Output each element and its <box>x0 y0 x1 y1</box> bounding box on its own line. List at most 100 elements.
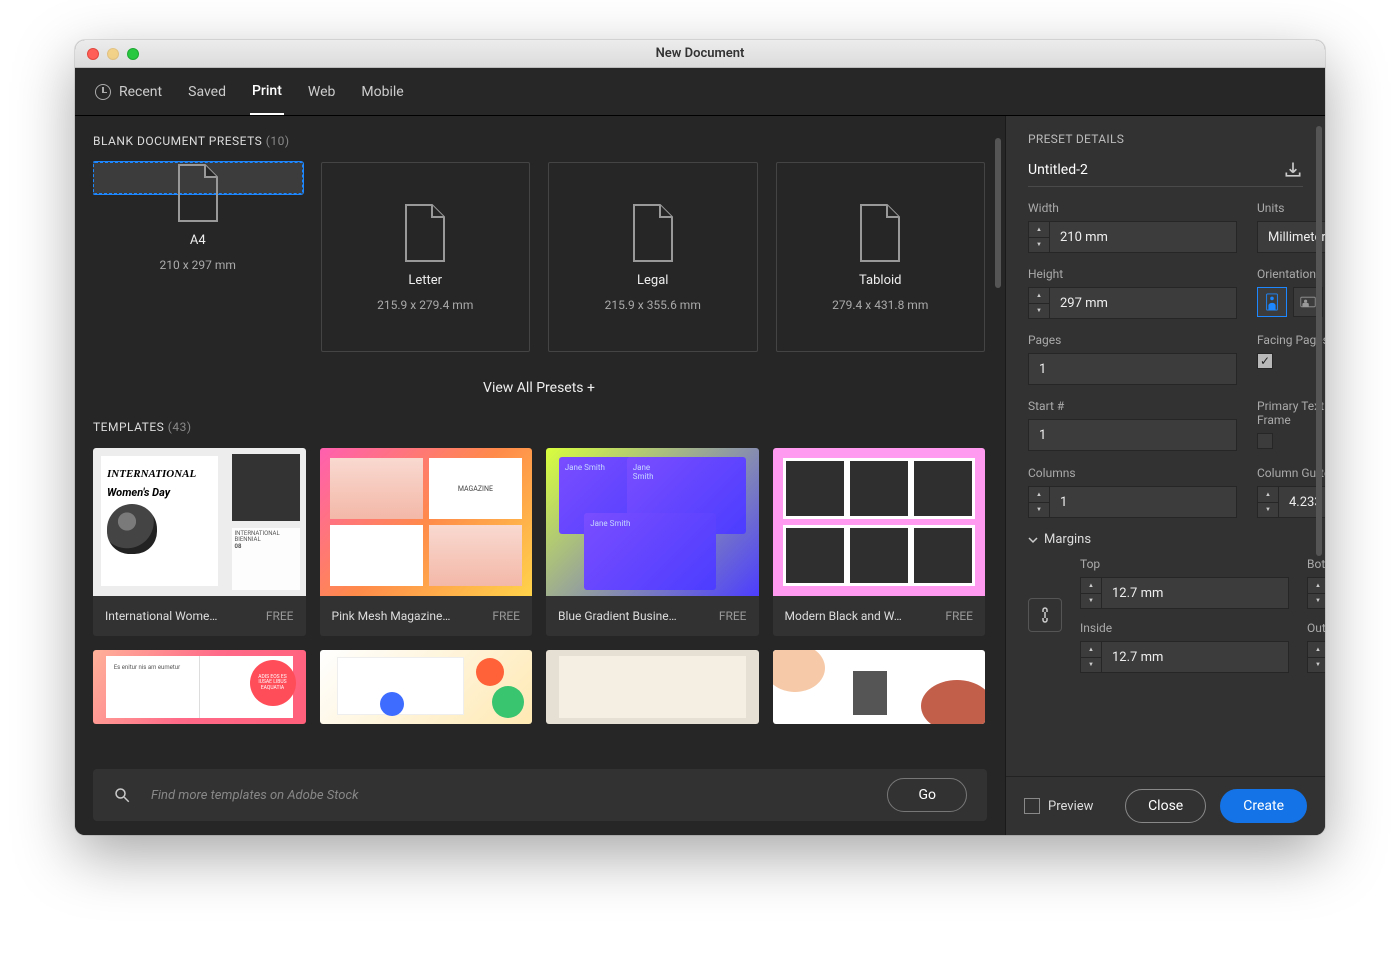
document-name-input[interactable] <box>1028 162 1273 178</box>
units-select[interactable]: Millimeters <box>1257 221 1325 253</box>
pages-input[interactable] <box>1028 353 1237 385</box>
page-icon <box>630 203 676 263</box>
scrollbar-thumb[interactable] <box>995 138 1001 288</box>
template-thumbnail <box>773 650 986 724</box>
stock-search-bar: Go <box>93 769 987 821</box>
margin-inside-input[interactable]: ▲▼ <box>1080 641 1289 673</box>
height-label: Height <box>1028 267 1237 281</box>
facing-pages-checkbox[interactable]: ✓ <box>1257 353 1273 369</box>
create-button[interactable]: Create <box>1220 789 1307 823</box>
templates-heading: TEMPLATES (43) <box>93 420 985 434</box>
template-price: FREE <box>945 609 973 623</box>
orientation-portrait[interactable] <box>1257 287 1287 317</box>
preset-a4[interactable]: A4 210 x 297 mm <box>93 162 303 194</box>
template-thumbnail: Es enitur nis am eumeturADIS EOS ES IUSA… <box>93 650 306 724</box>
page-icon <box>175 163 221 223</box>
panel-content: PRESET DETAILS Width ▲▼ Units <box>1006 116 1325 776</box>
preset-scroll: BLANK DOCUMENT PRESETS (10) A4 210 x 297… <box>93 134 1005 755</box>
preset-letter[interactable]: Letter 215.9 x 279.4 mm <box>321 162 531 352</box>
gutter-label: Column Gutter <box>1257 466 1325 480</box>
template-name: Modern Black and W… <box>785 609 902 623</box>
save-preset-icon[interactable] <box>1283 160 1303 180</box>
minimize-window-button[interactable] <box>107 48 119 60</box>
margin-outside-label: Outside <box>1307 621 1325 635</box>
preset-grid: A4 210 x 297 mm Letter 215.9 x 279.4 mm … <box>93 162 985 352</box>
columns-input[interactable]: ▲▼ <box>1028 486 1237 518</box>
template-card[interactable]: INTERNATIONALWomen's Day INTERNATIONALBI… <box>93 448 306 636</box>
template-name: Pink Mesh Magazine… <box>332 609 451 623</box>
width-label: Width <box>1028 201 1237 215</box>
primary-text-frame-label: Primary Text Frame <box>1257 399 1325 427</box>
zoom-window-button[interactable] <box>127 48 139 60</box>
template-card[interactable]: MAGAZINE Pink Mesh Magazine… FREE <box>320 448 533 636</box>
units-label: Units <box>1257 201 1325 215</box>
link-margins-button[interactable] <box>1028 598 1062 632</box>
stepper-down-icon: ▼ <box>1029 238 1049 253</box>
templates-grid: INTERNATIONALWomen's Day INTERNATIONALBI… <box>93 448 985 636</box>
titlebar: New Document <box>75 40 1325 68</box>
margin-bottom-label: Bottom <box>1307 557 1325 571</box>
template-price: FREE <box>492 609 520 623</box>
tab-label: Recent <box>119 84 162 100</box>
preset-legal[interactable]: Legal 215.9 x 355.6 mm <box>548 162 758 352</box>
close-window-button[interactable] <box>87 48 99 60</box>
tab-recent[interactable]: Recent <box>93 70 164 114</box>
template-thumbnail <box>546 650 759 724</box>
main-column: BLANK DOCUMENT PRESETS (10) A4 210 x 297… <box>75 116 1005 835</box>
template-thumbnail: MAGAZINE <box>320 448 533 596</box>
width-stepper[interactable]: ▲▼ <box>1028 221 1050 253</box>
template-card[interactable] <box>773 650 986 724</box>
orientation-label: Orientation <box>1257 267 1325 281</box>
margin-top-input[interactable]: ▲▼ <box>1080 577 1289 609</box>
template-thumbnail <box>773 448 986 596</box>
margin-outside-input[interactable]: ▲▼ <box>1307 641 1325 673</box>
margin-bottom-input[interactable]: ▲▼ <box>1307 577 1325 609</box>
gutter-input[interactable]: ▲▼ <box>1257 486 1325 518</box>
tab-web[interactable]: Web <box>306 70 338 114</box>
height-input[interactable]: ▲▼ <box>1028 287 1237 319</box>
facing-pages-label: Facing Pages <box>1257 333 1325 347</box>
view-all-presets[interactable]: View All Presets + <box>93 352 985 420</box>
preview-checkbox[interactable] <box>1024 798 1040 814</box>
template-price: FREE <box>266 609 294 623</box>
template-card[interactable] <box>546 650 759 724</box>
tab-mobile[interactable]: Mobile <box>359 70 405 114</box>
template-card[interactable]: Jane Smith JaneSmith Jane Smith Blue Gra… <box>546 448 759 636</box>
preset-name: A4 <box>190 233 206 248</box>
preset-dims: 210 x 297 mm <box>160 258 236 272</box>
scrollbar-thumb[interactable] <box>1316 126 1322 556</box>
close-button[interactable]: Close <box>1125 789 1206 823</box>
window-title: New Document <box>75 46 1325 61</box>
template-card[interactable]: Es enitur nis am eumeturADIS EOS ES IUSA… <box>93 650 306 724</box>
tab-saved[interactable]: Saved <box>186 70 228 114</box>
preview-toggle[interactable]: Preview <box>1024 798 1111 814</box>
preset-tabloid[interactable]: Tabloid 279.4 x 431.8 mm <box>776 162 986 352</box>
template-card[interactable] <box>320 650 533 724</box>
margins-section-toggle[interactable]: Margins <box>1028 532 1303 547</box>
preset-name: Tabloid <box>859 273 901 288</box>
chevron-down-icon <box>1028 535 1038 545</box>
start-number-label: Start # <box>1028 399 1237 413</box>
templates-grid-row2: Es enitur nis am eumeturADIS EOS ES IUSA… <box>93 650 985 724</box>
margin-inside-label: Inside <box>1080 621 1289 635</box>
template-card[interactable]: Modern Black and W… FREE <box>773 448 986 636</box>
primary-text-frame-checkbox[interactable] <box>1257 433 1273 449</box>
width-input[interactable]: ▲▼ <box>1028 221 1237 253</box>
template-price: FREE <box>719 609 747 623</box>
page-icon <box>857 203 903 263</box>
panel-footer: Preview Close Create <box>1006 776 1325 835</box>
template-name: International Wome… <box>105 609 217 623</box>
stock-search-input[interactable] <box>151 788 867 803</box>
start-number-input[interactable] <box>1028 419 1237 451</box>
tab-print[interactable]: Print <box>250 69 284 115</box>
height-stepper[interactable]: ▲▼ <box>1028 287 1050 319</box>
clock-icon <box>95 84 111 100</box>
columns-label: Columns <box>1028 466 1237 480</box>
margin-top-label: Top <box>1080 557 1289 571</box>
preset-name: Letter <box>408 273 442 288</box>
go-button[interactable]: Go <box>887 778 967 812</box>
preset-dims: 279.4 x 431.8 mm <box>832 298 928 312</box>
preset-dims: 215.9 x 279.4 mm <box>377 298 473 312</box>
link-icon <box>1037 606 1053 624</box>
new-document-window: New Document Recent Saved Print Web Mobi… <box>75 40 1325 835</box>
